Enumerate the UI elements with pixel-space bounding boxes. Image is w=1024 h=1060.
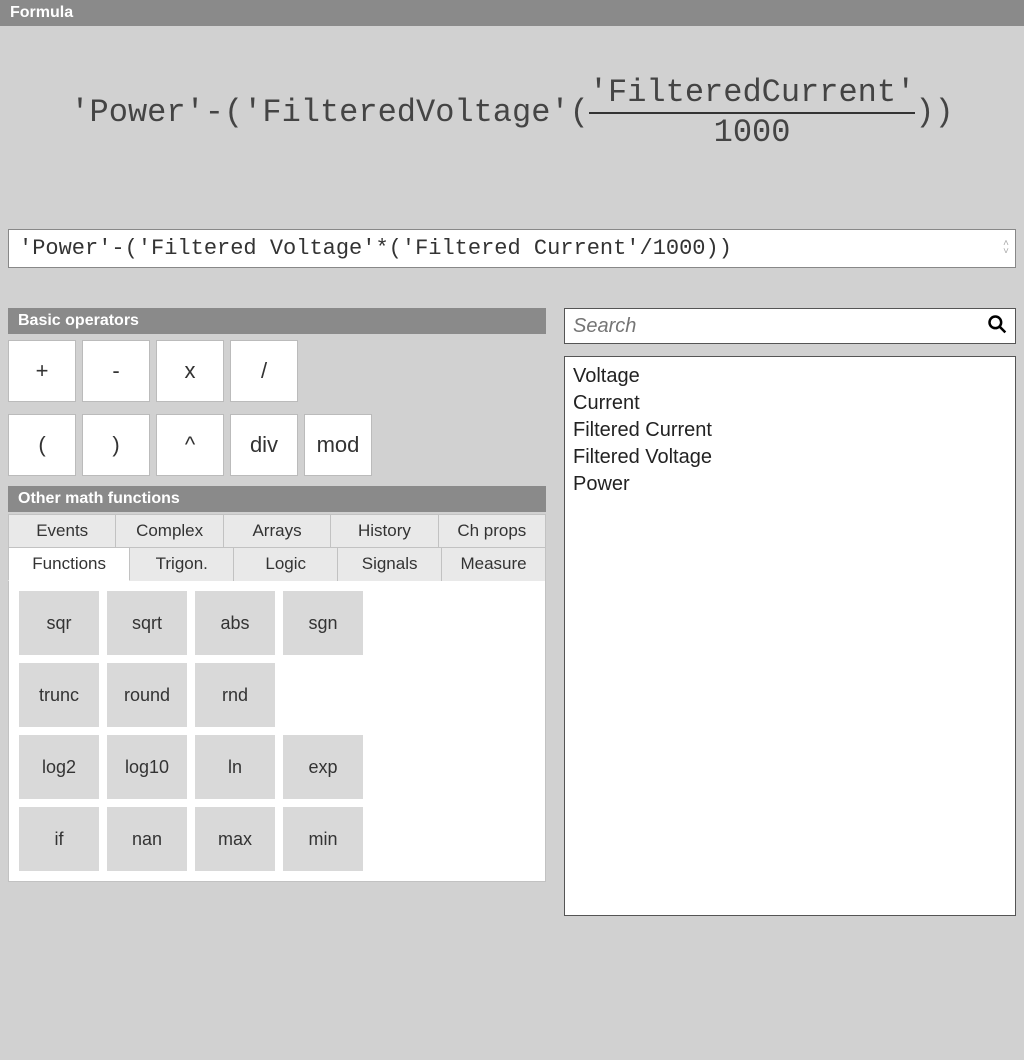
formula-denominator: 1000 [589, 116, 915, 150]
fn-if-button[interactable]: if [19, 807, 99, 871]
search-container [564, 308, 1016, 344]
fn-sgn-button[interactable]: sgn [283, 591, 363, 655]
tab-measure[interactable]: Measure [442, 547, 546, 581]
fn-nan-button[interactable]: nan [107, 807, 187, 871]
fn-rnd-button[interactable]: rnd [195, 663, 275, 727]
fn-max-button[interactable]: max [195, 807, 275, 871]
chevron-down-icon: ˅ [1003, 249, 1009, 257]
channel-list-item[interactable]: Power [573, 471, 1007, 498]
channel-list-item[interactable]: Filtered Current [573, 417, 1007, 444]
panel-title-functions: Other math functions [8, 486, 546, 512]
fn-min-button[interactable]: min [283, 807, 363, 871]
op-subtract-button[interactable]: - [82, 340, 150, 402]
formula-part-pre: 'Power'-('FilteredVoltage'( [70, 94, 588, 131]
fn-sqrt-button[interactable]: sqrt [107, 591, 187, 655]
op-mod-button[interactable]: mod [304, 414, 372, 476]
formula-part-post: )) [915, 94, 953, 131]
fn-round-button[interactable]: round [107, 663, 187, 727]
formula-numerator: 'FilteredCurrent' [589, 76, 915, 110]
fn-log2-button[interactable]: log2 [19, 735, 99, 799]
op-divide-button[interactable]: / [230, 340, 298, 402]
op-rparen-button[interactable]: ) [82, 414, 150, 476]
fn-ln-button[interactable]: ln [195, 735, 275, 799]
functions-tab-body: sqr sqrt abs sgn trunc round rnd log2 lo… [8, 580, 546, 882]
formula-input[interactable] [9, 230, 997, 267]
panel-title-formula: Formula [0, 0, 1024, 26]
fn-sqr-button[interactable]: sqr [19, 591, 99, 655]
search-icon[interactable] [987, 314, 1007, 339]
operators-grid: + - x / ( ) ^ div mod [8, 334, 546, 486]
tab-functions[interactable]: Functions [8, 547, 130, 581]
op-div-button[interactable]: div [230, 414, 298, 476]
tab-signals[interactable]: Signals [338, 547, 442, 581]
op-add-button[interactable]: + [8, 340, 76, 402]
tab-history[interactable]: History [331, 514, 438, 547]
tab-trigon[interactable]: Trigon. [130, 547, 234, 581]
channel-list-item[interactable]: Current [573, 390, 1007, 417]
tab-arrays[interactable]: Arrays [224, 514, 331, 547]
op-lparen-button[interactable]: ( [8, 414, 76, 476]
tab-chprops[interactable]: Ch props [439, 514, 546, 547]
tab-logic[interactable]: Logic [234, 547, 338, 581]
channel-list-item[interactable]: Filtered Voltage [573, 444, 1007, 471]
fn-trunc-button[interactable]: trunc [19, 663, 99, 727]
op-power-button[interactable]: ^ [156, 414, 224, 476]
channel-list-item[interactable]: Voltage [573, 363, 1007, 390]
fn-log10-button[interactable]: log10 [107, 735, 187, 799]
formula-input-stepper[interactable]: ˄ ˅ [997, 239, 1015, 259]
tab-events[interactable]: Events [8, 514, 116, 547]
formula-fraction: 'FilteredCurrent' 1000 [589, 76, 915, 149]
fn-exp-button[interactable]: exp [283, 735, 363, 799]
channel-list: Voltage Current Filtered Current Filtere… [564, 356, 1016, 916]
panel-title-operators: Basic operators [8, 308, 546, 334]
formula-render: 'Power'-('FilteredVoltage'('FilteredCurr… [0, 26, 1024, 229]
formula-input-container: ˄ ˅ [8, 229, 1016, 268]
search-input[interactable] [573, 315, 987, 338]
op-multiply-button[interactable]: x [156, 340, 224, 402]
tab-complex[interactable]: Complex [116, 514, 223, 547]
fn-abs-button[interactable]: abs [195, 591, 275, 655]
